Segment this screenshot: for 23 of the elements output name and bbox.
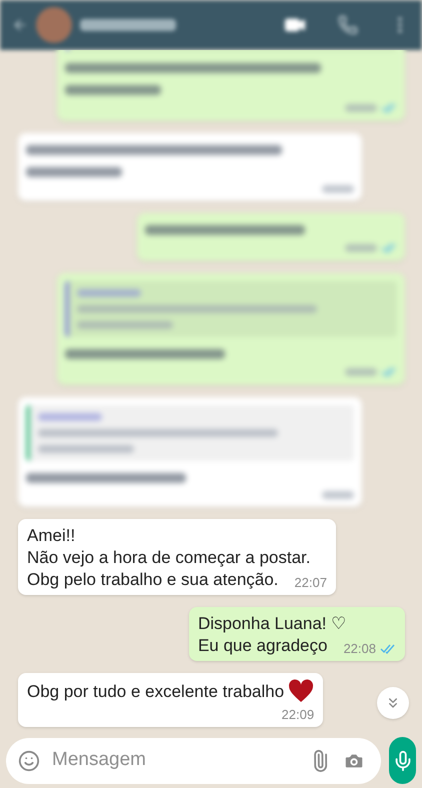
blurred-time: [345, 368, 377, 376]
message-time: 22:08: [343, 641, 376, 657]
message-text: Obg pelo trabalho e sua atenção.: [27, 569, 278, 591]
blurred-time: [322, 185, 354, 193]
message-text: Eu que agradeço: [198, 635, 328, 657]
microphone-button[interactable]: [389, 737, 416, 784]
message-time: 22:07: [294, 575, 327, 591]
message-text: Disponha Luana! ♡: [198, 613, 346, 635]
message-text: Amei!!: [27, 525, 76, 547]
back-icon[interactable]: [12, 17, 28, 33]
blurred-contact-name[interactable]: [80, 19, 176, 31]
blurred-time: [345, 104, 377, 112]
scroll-down-button[interactable]: [377, 687, 409, 719]
blurred-time: [345, 244, 377, 252]
message-time: 22:09: [282, 707, 314, 723]
message-text: Obg por tudo e excelente trabalho: [27, 681, 284, 703]
message-field[interactable]: Mensagem: [52, 746, 297, 775]
emoji-icon[interactable]: [18, 750, 40, 772]
blurred-time: [322, 491, 354, 499]
avatar[interactable]: [36, 7, 72, 43]
phone-icon[interactable]: [338, 15, 358, 35]
message-text: Não vejo a hora de começar a postar.: [27, 547, 310, 569]
message-input[interactable]: Mensagem: [6, 738, 381, 784]
